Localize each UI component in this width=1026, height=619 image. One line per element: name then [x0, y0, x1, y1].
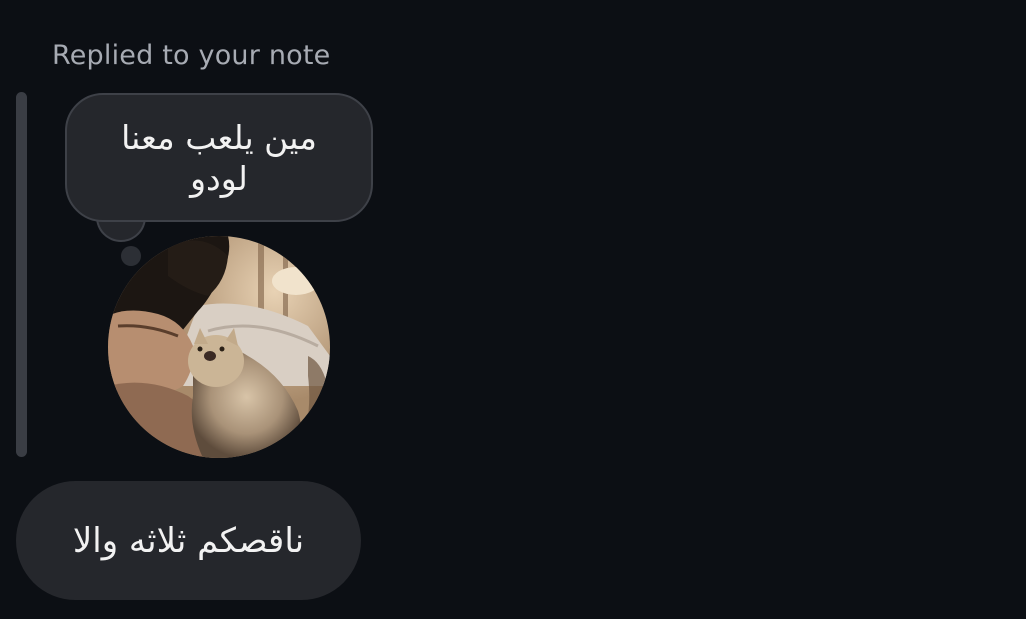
reply-quote-bar: [16, 92, 27, 457]
message-bubble[interactable]: ناقصكم ثلاثه والا: [16, 481, 361, 600]
note-bubble[interactable]: مين يلعب معنا لودو: [65, 93, 373, 222]
note-author-avatar[interactable]: [108, 236, 330, 458]
chat-thread: Replied to your note مين يلعب معنا لودو: [0, 0, 1026, 619]
replied-to-note-label: Replied to your note: [52, 40, 331, 71]
avatar-photo: [108, 236, 330, 458]
message-text: ناقصكم ثلاثه والا: [72, 520, 305, 561]
note-text: مين يلعب معنا لودو: [121, 117, 317, 198]
note-bubble-tail-dot: [121, 246, 141, 266]
